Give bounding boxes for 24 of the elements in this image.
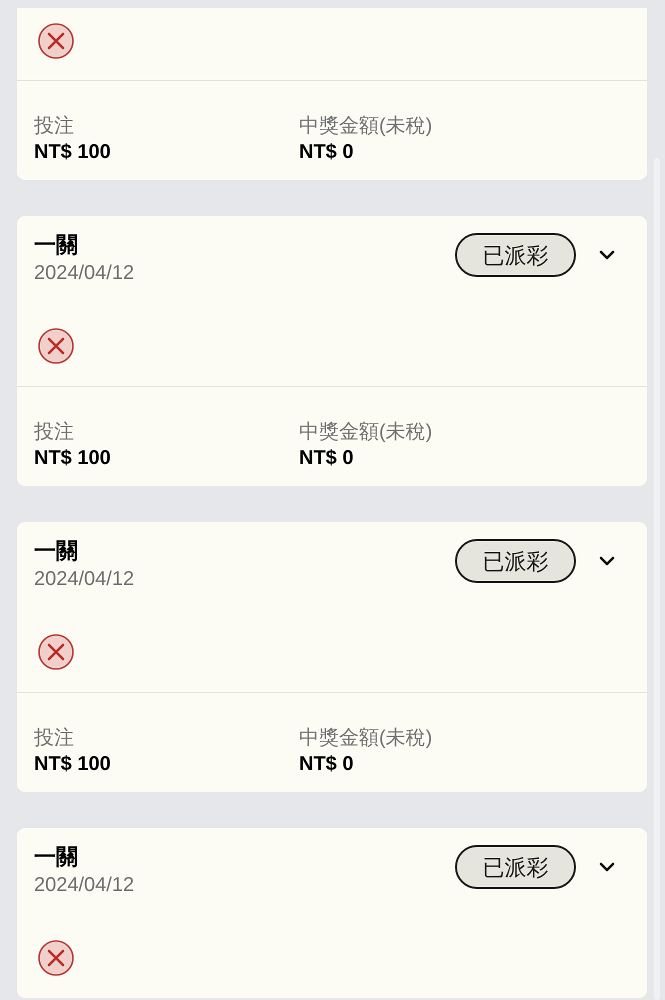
bet-date: 2024/04/12 bbox=[34, 873, 134, 898]
bet-date: 2024/04/12 bbox=[34, 261, 134, 286]
bet-title: 一關 bbox=[34, 231, 79, 259]
chevron-down-icon[interactable] bbox=[599, 556, 615, 566]
status-badge: 已派彩 bbox=[455, 539, 576, 583]
payout-label: 中獎金額(未稅) bbox=[299, 114, 434, 139]
chevron-down-icon[interactable] bbox=[599, 250, 615, 260]
stake-amount: NT$ 100 bbox=[34, 140, 112, 165]
status-badge: 已派彩 bbox=[455, 233, 576, 277]
stake-label: 投注 bbox=[34, 114, 75, 139]
payout-label: 中獎金額(未稅) bbox=[299, 726, 434, 751]
bet-title: 一關 bbox=[34, 537, 79, 565]
chevron-down-icon[interactable] bbox=[599, 862, 615, 872]
stake-label: 投注 bbox=[34, 420, 75, 445]
payout-label: 中獎金額(未稅) bbox=[299, 420, 434, 445]
stake-amount: NT$ 100 bbox=[34, 446, 112, 471]
bet-date: 2024/04/12 bbox=[34, 567, 134, 592]
stake-amount: NT$ 100 bbox=[34, 752, 112, 777]
stake-label: 投注 bbox=[34, 726, 75, 751]
bet-title: 一關 bbox=[34, 843, 79, 871]
status-badge: 已派彩 bbox=[455, 845, 576, 889]
payout-amount: NT$ 0 bbox=[299, 140, 354, 165]
payout-amount: NT$ 0 bbox=[299, 752, 354, 777]
payout-amount: NT$ 0 bbox=[299, 446, 354, 471]
